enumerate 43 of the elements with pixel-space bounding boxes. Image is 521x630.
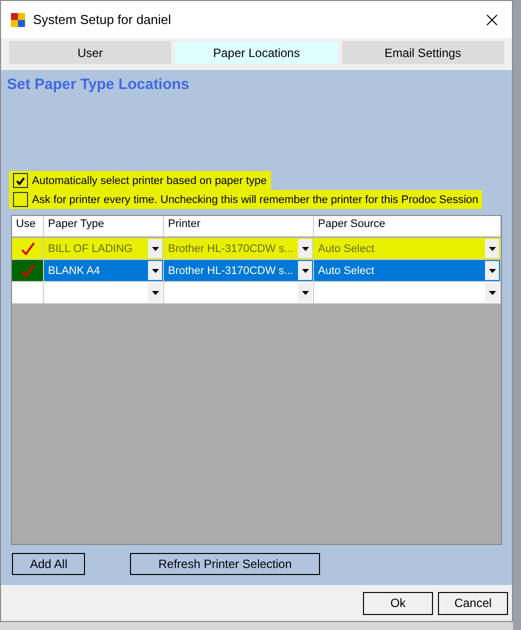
column-header: Paper Type bbox=[44, 216, 164, 237]
caret-icon bbox=[152, 268, 158, 272]
checkmark-icon bbox=[16, 176, 25, 184]
dropdown-cell[interactable]: Auto Select bbox=[314, 238, 501, 260]
column-header: Printer bbox=[164, 216, 314, 237]
action-button[interactable]: Add All bbox=[12, 553, 86, 575]
caret-icon bbox=[302, 246, 308, 250]
dropdown-cell[interactable] bbox=[314, 282, 501, 304]
checkmark-icon bbox=[20, 242, 36, 256]
dropdown-cell[interactable] bbox=[164, 282, 314, 304]
caret-icon bbox=[152, 246, 158, 250]
column-header: Use bbox=[12, 216, 44, 237]
caret-icon bbox=[488, 268, 496, 272]
tab[interactable]: Email Settings bbox=[342, 41, 504, 64]
section-heading: Set Paper Type Locations bbox=[7, 76, 190, 93]
caret-icon bbox=[488, 246, 496, 250]
dropdown-cell[interactable]: BILL OF LADING bbox=[44, 238, 164, 260]
dialog-button[interactable]: Ok bbox=[363, 592, 433, 614]
caret-icon bbox=[302, 290, 308, 294]
action-button[interactable]: Refresh Printer Selection bbox=[130, 553, 320, 575]
close-icon bbox=[486, 14, 498, 26]
checkbox[interactable] bbox=[13, 173, 28, 188]
dropdown-cell[interactable]: Auto Select bbox=[314, 260, 501, 282]
checkbox[interactable] bbox=[13, 192, 28, 207]
caret-icon bbox=[152, 290, 158, 294]
dropdown-cell[interactable]: BLANK A4 bbox=[44, 260, 164, 282]
window-title: System Setup for daniel bbox=[33, 12, 172, 27]
dialog-button[interactable]: Cancel bbox=[438, 592, 508, 614]
tab[interactable]: User bbox=[9, 41, 172, 64]
dropdown-cell[interactable]: Brother HL-3170CDW s... bbox=[164, 238, 314, 260]
app-icon bbox=[11, 12, 25, 26]
checkmark-icon bbox=[20, 264, 36, 278]
column-header: Paper Source bbox=[314, 216, 501, 237]
caret-icon bbox=[488, 290, 496, 294]
use-cell[interactable] bbox=[12, 238, 44, 260]
option-label: Ask for printer every time. Unchecking this will remember the printer for this Prodoc Session bbox=[32, 194, 478, 206]
dropdown-cell[interactable]: Brother HL-3170CDW s... bbox=[164, 260, 314, 282]
option-label: Automatically select printer based on paper type bbox=[32, 174, 267, 186]
use-cell[interactable] bbox=[12, 282, 44, 304]
caret-icon bbox=[302, 268, 308, 272]
dropdown-cell[interactable] bbox=[44, 282, 164, 304]
use-cell[interactable] bbox=[12, 260, 44, 282]
tab[interactable]: Paper Locations bbox=[175, 41, 338, 64]
